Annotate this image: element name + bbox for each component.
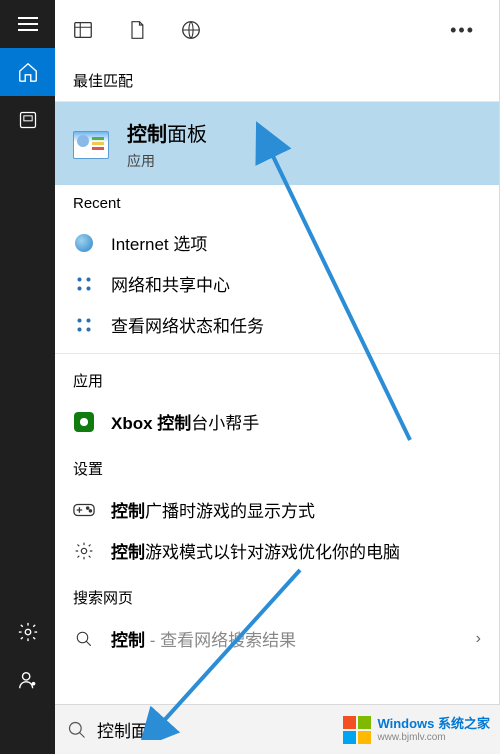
chevron-right-icon: › <box>476 630 481 648</box>
app-item-xbox[interactable]: Xbox 控制台小帮手 <box>55 401 499 442</box>
tab-bar: ••• <box>55 0 499 60</box>
tab-document-icon[interactable] <box>125 18 149 42</box>
tab-news-icon[interactable] <box>71 18 95 42</box>
apps-header: 应用 <box>55 353 499 401</box>
search-icon <box>73 628 95 650</box>
network-icon <box>73 273 95 295</box>
gear-icon <box>73 540 95 562</box>
settings-item-broadcast-display[interactable]: 控制广播时游戏的显示方式 <box>55 489 499 530</box>
web-header: 搜索网页 <box>55 571 499 618</box>
recent-header: Recent <box>55 185 499 222</box>
hamburger-menu[interactable] <box>0 0 55 48</box>
search-text: 控制面板 <box>97 717 165 742</box>
controller-icon <box>73 499 95 521</box>
best-match-header: 最佳匹配 <box>55 60 499 102</box>
search-input[interactable]: 控制面板 <box>55 704 500 754</box>
nav-apps[interactable] <box>0 96 55 144</box>
settings-item-game-mode[interactable]: 控制游戏模式以针对游戏优化你的电脑 <box>55 530 499 571</box>
recent-item-internet-options[interactable]: Internet 选项 <box>55 222 499 263</box>
web-search-item[interactable]: 控制 - 查看网络搜索结果 › <box>55 618 499 659</box>
tab-web-icon[interactable] <box>179 18 203 42</box>
best-match-subtitle: 应用 <box>127 151 207 171</box>
best-match-result[interactable]: 控制面板 应用 <box>55 102 499 185</box>
nav-home[interactable] <box>0 48 55 96</box>
recent-item-network-sharing[interactable]: 网络和共享中心 <box>55 263 499 304</box>
search-icon <box>67 720 87 740</box>
control-panel-icon <box>73 131 109 159</box>
nav-settings[interactable] <box>0 608 55 656</box>
internet-icon <box>73 232 95 254</box>
nav-profile[interactable] <box>0 656 55 704</box>
best-match-title: 控制面板 <box>127 118 207 147</box>
xbox-icon <box>73 411 95 433</box>
more-icon[interactable]: ••• <box>450 20 483 41</box>
recent-item-network-status[interactable]: 查看网络状态和任务 <box>55 304 499 345</box>
settings-header: 设置 <box>55 442 499 489</box>
left-nav-rail <box>0 0 55 754</box>
network-icon <box>73 314 95 336</box>
search-results-panel: ••• 最佳匹配 控制面板 应用 Recent Internet 选项 <box>55 0 500 754</box>
